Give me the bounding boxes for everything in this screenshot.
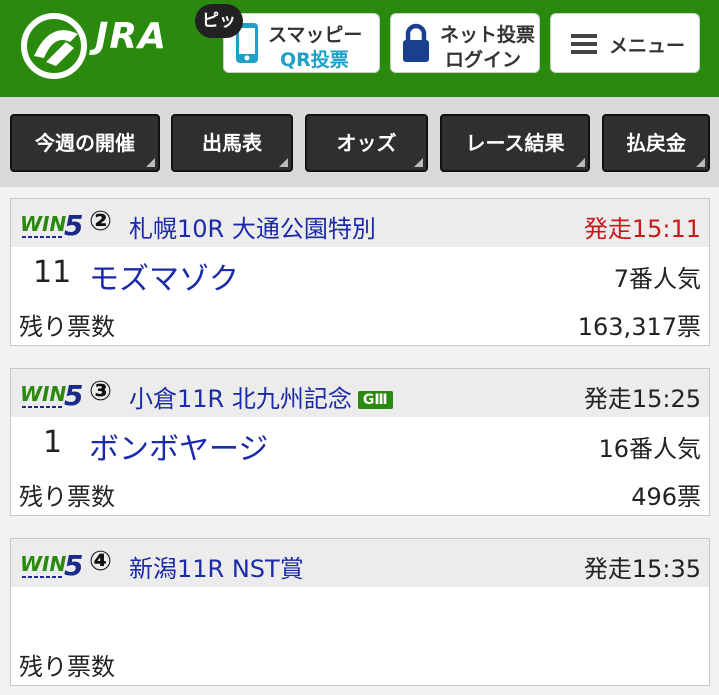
post-time: 発走15:35 <box>583 555 701 583</box>
race-link[interactable]: 小倉11R 北九州記念 GⅢ <box>129 379 393 414</box>
nav-entries[interactable]: 出馬表 <box>171 114 293 172</box>
svg-text:WIN: WIN <box>20 212 67 236</box>
svg-text:5: 5 <box>64 549 83 581</box>
remaining-votes-value: 496票 <box>631 483 701 511</box>
svg-text:WIN: WIN <box>20 382 67 406</box>
win5-leg-card: WIN 5 ④ 新潟11R NST賞 発走15:35 残り票数 <box>10 538 710 686</box>
svg-text:5: 5 <box>64 209 83 241</box>
win5-logo-icon: WIN 5 <box>20 209 83 241</box>
lock-icon <box>403 23 429 62</box>
leg-number: ② <box>89 206 112 237</box>
card-header: WIN 5 ④ 新潟11R NST賞 発走15:35 <box>11 539 709 587</box>
win5-logo-icon: WIN 5 <box>20 379 83 411</box>
brand-text: JRA <box>95 16 167 57</box>
post-time: 発走15:25 <box>583 385 701 413</box>
grade-badge: GⅢ <box>357 391 393 409</box>
login-label: ログイン <box>445 49 522 71</box>
remaining-votes-label: 残り票数 <box>19 653 115 681</box>
smappy-qr-button[interactable]: スマッピー QR投票 <box>223 13 380 73</box>
pip-badge: ピッ <box>195 4 243 38</box>
popularity: 7番人気 <box>613 265 701 293</box>
menu-button[interactable]: メニュー <box>550 13 700 73</box>
nav-odds[interactable]: オッズ <box>305 114 428 172</box>
win5-leg-card: WIN 5 ③ 小倉11R 北九州記念 GⅢ 発走15:25 1 ボンボヤージ 1… <box>10 368 710 516</box>
leg-number: ③ <box>89 376 112 407</box>
smappy-label-1: スマッピー <box>268 24 363 46</box>
net-vote-login-button[interactable]: ネット投票 ログイン <box>390 13 540 73</box>
card-header: WIN 5 ③ 小倉11R 北九州記念 GⅢ 発走15:25 <box>11 369 709 417</box>
race-link[interactable]: 新潟11R NST賞 <box>129 549 304 584</box>
svg-text:5: 5 <box>64 379 83 411</box>
remaining-votes-label: 残り票数 <box>19 313 115 341</box>
net-vote-label: ネット投票 <box>440 24 536 46</box>
horse-number: 11 <box>33 255 72 290</box>
nav-this-week[interactable]: 今週の開催 <box>10 114 160 172</box>
race-link[interactable]: 札幌10R 大通公園特別 <box>129 209 376 244</box>
popularity: 16番人気 <box>598 435 701 463</box>
site-header: JRA スマッピー QR投票 ピッ ネット投票 ログイン メニュー <box>0 0 719 97</box>
race-name[interactable]: 小倉11R 北九州記念 <box>129 385 352 413</box>
post-time: 発走15:11 <box>583 215 701 243</box>
nav-race-results[interactable]: レース結果 <box>440 114 590 172</box>
smappy-label-2: QR投票 <box>280 49 349 71</box>
nav-payouts[interactable]: 払戻金 <box>602 114 710 172</box>
remaining-votes-value: 163,317票 <box>577 313 701 341</box>
card-header: WIN 5 ② 札幌10R 大通公園特別 発走15:11 <box>11 199 709 247</box>
win5-logo-icon: WIN 5 <box>20 549 83 581</box>
svg-text:WIN: WIN <box>20 552 67 576</box>
remaining-votes-label: 残り票数 <box>19 483 115 511</box>
win5-leg-card: WIN 5 ② 札幌10R 大通公園特別 発走15:11 11 モズマゾク 7番… <box>10 198 710 346</box>
horse-name-link[interactable]: モズマゾク <box>89 254 239 298</box>
hamburger-icon <box>571 34 597 54</box>
horse-name-link[interactable]: ボンボヤージ <box>89 424 268 468</box>
menu-label: メニュー <box>609 35 686 57</box>
leg-number: ④ <box>89 546 112 577</box>
horse-number: 1 <box>43 425 63 460</box>
